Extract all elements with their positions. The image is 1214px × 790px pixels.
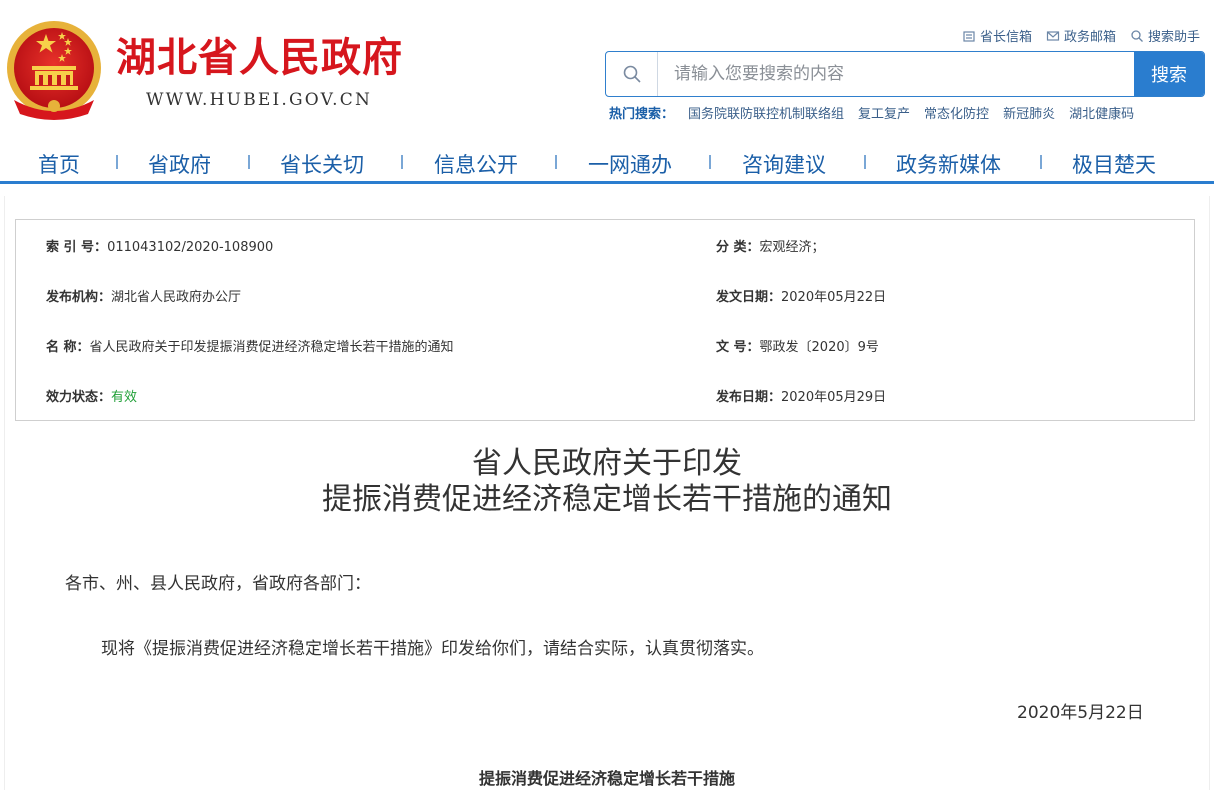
nav-divider (864, 155, 866, 169)
top-link-governor-mailbox[interactable]: 省长信箱 (962, 26, 1032, 45)
nav-item-governor-concern[interactable]: 省长关切 (280, 149, 364, 179)
nav-divider (555, 155, 557, 169)
top-link-search-assistant[interactable]: 搜索助手 (1130, 26, 1200, 45)
status-badge: 有效 (111, 390, 138, 405)
envelope-icon (1046, 30, 1060, 41)
meta-status: 效力状态：有效 (46, 386, 137, 405)
article-date: 2020年5月22日 (1017, 703, 1144, 723)
meta-label: 文 号： (716, 340, 760, 355)
nav-divider (248, 155, 250, 169)
meta-label: 分 类： (716, 240, 760, 255)
meta-label: 发文日期： (716, 290, 782, 305)
article-body: 现将《提振消费促进经济稳定增长若干措施》印发给你们，请结合实际，认真贯彻落实。 (101, 639, 764, 659)
meta-category: 分 类：宏观经济； (716, 236, 825, 255)
hot-search-item[interactable]: 新冠肺炎 (1003, 103, 1055, 122)
hot-search-label: 热门搜索： (609, 107, 675, 122)
top-links: 省长信箱 政务邮箱 搜索助手 (962, 26, 1200, 45)
meta-pub-date: 发布日期：2020年05月29日 (716, 386, 886, 405)
article-subheading: 提振消费促进经济稳定增长若干措施 (478, 769, 735, 788)
hot-search: 热门搜索： 国务院联防联控机制联络组 复工复产 常态化防控 新冠肺炎 湖北健康码 (609, 103, 1134, 122)
top-link-gov-email[interactable]: 政务邮箱 (1046, 26, 1116, 45)
meta-value: 2020年05月29日 (781, 390, 887, 405)
document-meta-table: 索 引 号：011043102/2020-108900 分 类：宏观经济； 发布… (15, 219, 1195, 421)
nav-item-jimu-chutian[interactable]: 极目楚天 (1072, 149, 1156, 179)
meta-value: 宏观经济； (759, 240, 825, 255)
national-emblem-icon[interactable] (4, 18, 104, 122)
mailbox-icon (963, 30, 975, 42)
main-nav: 首页 省政府 省长关切 信息公开 一网通办 咨询建议 政务新媒体 极目楚天 (0, 140, 1214, 184)
page-title-line1: 省人民政府关于印发 (472, 446, 742, 481)
meta-value: 省人民政府关于印发提振消费促进经济稳定增长若干措施的通知 (89, 340, 454, 355)
nav-item-info-disclosure[interactable]: 信息公开 (434, 149, 518, 179)
site-url: WWW.HUBEI.GOV.CN (146, 90, 373, 110)
nav-item-province-gov[interactable]: 省政府 (148, 149, 211, 179)
nav-item-consult-suggest[interactable]: 咨询建议 (742, 149, 826, 179)
nav-item-new-media[interactable]: 政务新媒体 (896, 149, 1001, 179)
search-button[interactable]: 搜索 (1134, 52, 1204, 96)
search-icon (1131, 29, 1143, 42)
nav-divider (401, 155, 403, 169)
hot-search-item[interactable]: 国务院联防联控机制联络组 (688, 103, 844, 122)
nav-divider (709, 155, 711, 169)
meta-doc-date: 发文日期：2020年05月22日 (716, 286, 886, 305)
meta-issuer: 发布机构：湖北省人民政府办公厅 (46, 286, 241, 305)
meta-label: 发布日期： (716, 390, 782, 405)
top-link-label: 政务邮箱 (1063, 30, 1116, 45)
hot-search-item[interactable]: 复工复产 (858, 103, 910, 122)
meta-value: 鄂政发〔2020〕9号 (759, 340, 879, 355)
search-icon (606, 52, 658, 96)
meta-value: 2020年05月22日 (781, 290, 887, 305)
meta-label: 发布机构： (46, 290, 112, 305)
search-box: 搜索 (605, 51, 1205, 97)
nav-item-one-network[interactable]: 一网通办 (588, 149, 672, 179)
meta-doc-number: 文 号：鄂政发〔2020〕9号 (716, 336, 879, 355)
site-title[interactable]: 湖北省人民政府 (116, 34, 403, 82)
top-link-label: 省长信箱 (979, 30, 1032, 45)
hot-search-item[interactable]: 湖北健康码 (1069, 103, 1134, 122)
meta-label: 名 称： (46, 340, 90, 355)
meta-label: 效力状态： (46, 390, 112, 405)
nav-divider (1040, 155, 1042, 169)
nav-item-home[interactable]: 首页 (38, 149, 80, 179)
hot-search-item[interactable]: 常态化防控 (924, 103, 989, 122)
meta-value: 011043102/2020-108900 (107, 240, 274, 255)
site-header: 湖北省人民政府 WWW.HUBEI.GOV.CN 省长信箱 政务邮箱 搜索助手 … (0, 0, 1214, 140)
top-link-label: 搜索助手 (1147, 30, 1200, 45)
meta-label: 索 引 号： (46, 240, 108, 255)
meta-value: 湖北省人民政府办公厅 (111, 290, 242, 305)
nav-divider (116, 155, 118, 169)
search-input[interactable] (658, 52, 1134, 96)
article-salutation: 各市、州、县人民政府，省政府各部门： (65, 574, 371, 594)
page-title-line2: 提振消费促进经济稳定增长若干措施的通知 (322, 482, 892, 517)
meta-index: 索 引 号：011043102/2020-108900 (46, 236, 273, 255)
meta-name: 名 称：省人民政府关于印发提振消费促进经济稳定增长若干措施的通知 (46, 336, 454, 355)
